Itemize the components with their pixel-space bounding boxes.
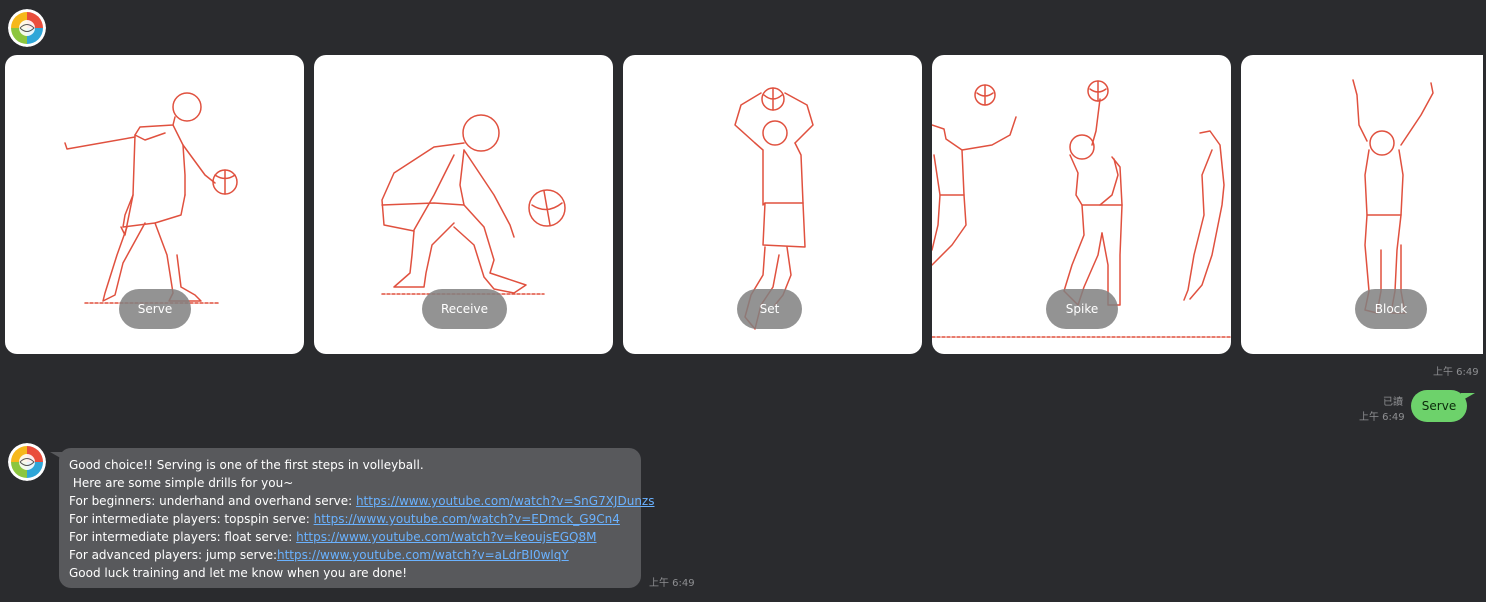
message-line: Good luck training and let me know when … bbox=[69, 564, 631, 582]
message-line: For beginners: underhand and overhand se… bbox=[69, 492, 654, 510]
bot-avatar[interactable] bbox=[8, 443, 46, 481]
message-line: For advanced players: jump serve:https:/… bbox=[69, 546, 631, 564]
user-message-timestamp: 上午 6:49 bbox=[1359, 412, 1405, 423]
card-button-spike[interactable]: Spike bbox=[1046, 289, 1118, 329]
message-line: Here are some simple drills for you~ bbox=[69, 474, 631, 492]
bot-avatar[interactable] bbox=[8, 9, 46, 47]
message-line: For intermediate players: float serve: h… bbox=[69, 528, 631, 546]
carousel-card-block[interactable]: Block bbox=[1241, 55, 1483, 354]
carousel-timestamp: 上午 6:49 bbox=[1433, 367, 1479, 378]
bot-message-bubble: Good choice!! Serving is one of the firs… bbox=[59, 448, 654, 588]
carousel-card-spike[interactable]: Spike bbox=[932, 55, 1231, 354]
message-text: Good luck training and let me know when … bbox=[69, 566, 408, 580]
card-button-set[interactable]: Set bbox=[737, 289, 802, 329]
message-text: For intermediate players: float serve: bbox=[69, 530, 297, 544]
message-text: Here are some simple drills for you~ bbox=[69, 476, 294, 490]
card-button-receive[interactable]: Receive bbox=[422, 289, 507, 329]
message-text: Good choice!! Serving is one of the firs… bbox=[69, 458, 424, 472]
read-receipt: 已讀 bbox=[1383, 397, 1403, 408]
volleyball-logo-icon bbox=[8, 9, 46, 47]
user-message-bubble: Serve bbox=[1411, 390, 1467, 422]
carousel-card-set[interactable]: Set bbox=[623, 55, 922, 354]
topspin-serve-link[interactable]: https://www.youtube.com/watch?v=EDmck_G9… bbox=[314, 512, 620, 526]
message-text: For beginners: underhand and overhand se… bbox=[69, 494, 356, 508]
beginner-serve-link[interactable]: https://www.youtube.com/watch?v=SnG7XJDu… bbox=[356, 494, 655, 508]
chat-screen: Serve Receive Set Spike Block 上午 6:49 已讀… bbox=[0, 0, 1486, 602]
message-line: For intermediate players: topspin serve:… bbox=[69, 510, 631, 528]
carousel-card-serve[interactable]: Serve bbox=[5, 55, 304, 354]
message-line: Good choice!! Serving is one of the firs… bbox=[69, 456, 631, 474]
card-button-serve[interactable]: Serve bbox=[119, 289, 191, 329]
message-text: For advanced players: jump serve: bbox=[69, 548, 277, 562]
jump-serve-link[interactable]: https://www.youtube.com/watch?v=aLdrBI0w… bbox=[277, 548, 569, 562]
card-button-block[interactable]: Block bbox=[1355, 289, 1427, 329]
volleyball-logo-icon bbox=[8, 443, 46, 481]
float-serve-link[interactable]: https://www.youtube.com/watch?v=keoujsEG… bbox=[296, 530, 596, 544]
bot-message-timestamp: 上午 6:49 bbox=[649, 578, 695, 589]
message-text: For intermediate players: topspin serve: bbox=[69, 512, 314, 526]
carousel-card-receive[interactable]: Receive bbox=[314, 55, 613, 354]
